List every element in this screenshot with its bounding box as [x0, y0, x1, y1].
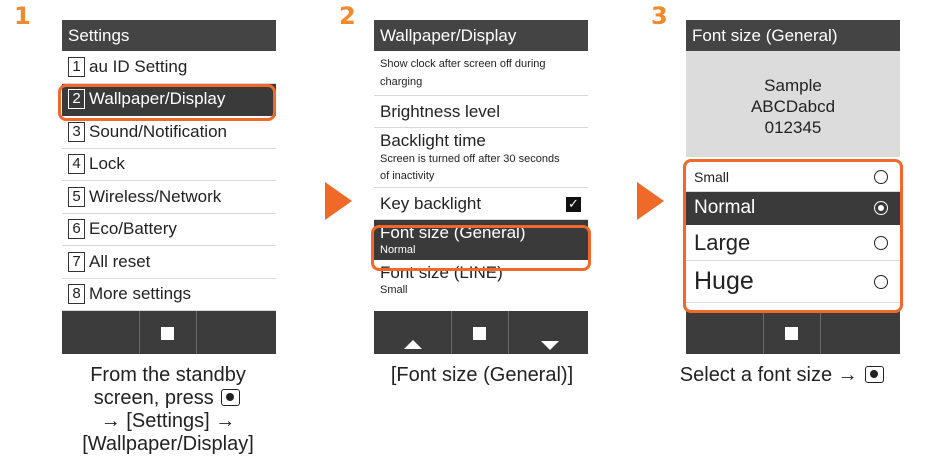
step-number-3: 3	[651, 2, 668, 30]
list-item-label: Font size (General)	[380, 223, 526, 242]
phone-screen-font-size: Font size (General) Sample ABCDabcd 0123…	[686, 20, 900, 354]
menu-item-label: Sound/Notification	[89, 121, 227, 141]
font-sample-preview: Sample ABCDabcd 012345	[686, 51, 900, 157]
triangle-up-icon	[404, 340, 422, 349]
menu-number: 1	[68, 56, 85, 77]
list-item-font-size-general[interactable]: Font size (General) Normal	[374, 220, 588, 260]
list-item-value: Normal	[380, 244, 416, 256]
caption-text: Select a font size →	[679, 364, 858, 386]
list-item-font-size-line[interactable]: Font size (LINE) Small	[374, 260, 588, 300]
option-label: Huge	[694, 267, 754, 295]
radio-button-icon[interactable]	[874, 169, 888, 184]
menu-number: 6	[68, 219, 85, 240]
softkey-left[interactable]	[62, 311, 140, 354]
caption-text: [Font size (General)]	[390, 364, 574, 386]
font-size-options: Small Normal Large Huge	[686, 162, 900, 303]
display-settings-list: Show clock after screen off during charg…	[374, 51, 588, 300]
caption-text: screen, press	[93, 387, 214, 409]
phone-screen-settings: Settings 1 au ID Setting 2 Wallpaper/Dis…	[62, 20, 276, 354]
option-label: Normal	[694, 197, 756, 218]
menu-item-label: All reset	[89, 251, 151, 271]
softkey-left[interactable]	[686, 311, 764, 354]
step-number-2: 2	[339, 2, 356, 30]
menu-number: 5	[68, 186, 85, 207]
triangle-down-icon	[541, 341, 559, 350]
screen-title: Wallpaper/Display	[374, 20, 588, 51]
radio-button-icon[interactable]	[874, 201, 888, 215]
caption-text: From the standby	[90, 364, 246, 386]
list-item-brightness-level[interactable]: Brightness level	[374, 96, 588, 128]
list-item-label: Font size (LINE)	[380, 263, 503, 282]
square-icon	[473, 327, 486, 340]
list-item-value: Small	[380, 284, 408, 296]
menu-item-more-settings[interactable]: 8 More settings	[62, 279, 276, 311]
menu-number: 4	[68, 154, 85, 175]
caption-text: [Wallpaper/Display]	[82, 433, 254, 455]
caption-step-1: From the standby screen, press → [Settin…	[42, 364, 294, 456]
radio-button-icon[interactable]	[874, 235, 888, 250]
option-large[interactable]: Large	[686, 225, 900, 261]
menu-item-label: More settings	[89, 284, 192, 304]
menu-item-sound-notification[interactable]: 3 Sound/Notification	[62, 116, 276, 149]
sample-text: ABCDabcd	[750, 97, 836, 116]
option-normal[interactable]: Normal	[686, 192, 900, 225]
caption-text: → [Settings] →	[100, 410, 236, 432]
menu-item-label: au ID Setting	[89, 56, 188, 76]
caption-step-3: Select a font size →	[640, 364, 926, 387]
menu-item-label: Lock	[89, 154, 125, 174]
phone-screen-wallpaper-display: Wallpaper/Display Show clock after scree…	[374, 20, 588, 354]
option-label: Large	[694, 229, 751, 255]
list-item-show-clock[interactable]: Show clock after screen off during charg…	[374, 51, 588, 96]
menu-item-label: Eco/Battery	[89, 219, 177, 239]
caption-step-2: [Font size (General)]	[360, 364, 604, 387]
menu-number: 7	[68, 251, 85, 272]
sample-text: Sample	[764, 76, 822, 95]
menu-item-wallpaper-display[interactable]: 2 Wallpaper/Display	[62, 83, 276, 116]
list-item-label: Brightness level	[380, 102, 501, 121]
menu-item-wireless-network[interactable]: 5 Wireless/Network	[62, 181, 276, 214]
menu-item-eco-battery[interactable]: 6 Eco/Battery	[62, 214, 276, 246]
list-item-key-backlight[interactable]: Key backlight ✓	[374, 188, 588, 220]
square-icon	[161, 327, 174, 340]
option-label: Small	[694, 168, 730, 185]
list-item-description: Screen is turned off after 30 seconds	[380, 153, 560, 165]
screen-title: Settings	[62, 20, 276, 51]
menu-item-all-reset[interactable]: 7 All reset	[62, 246, 276, 279]
softkey-bar	[686, 311, 900, 354]
list-item-description: of inactivity	[380, 170, 435, 182]
menu-number: 3	[68, 121, 85, 142]
option-small[interactable]: Small	[686, 162, 900, 192]
menu-number: 2	[68, 89, 85, 110]
list-item-label: Key backlight	[380, 194, 482, 213]
next-step-arrow-icon	[325, 182, 352, 220]
softkey-bar	[62, 311, 276, 354]
square-icon	[785, 327, 798, 340]
menu-item-lock[interactable]: 4 Lock	[62, 149, 276, 181]
next-step-arrow-icon	[637, 182, 664, 220]
menu-item-label: Wallpaper/Display	[89, 89, 226, 109]
option-huge[interactable]: Huge	[686, 261, 900, 303]
menu-item-au-id-setting[interactable]: 1 au ID Setting	[62, 51, 276, 84]
camera-key-icon	[221, 389, 241, 406]
settings-menu: 1 au ID Setting 2 Wallpaper/Display 3 So…	[62, 51, 276, 311]
softkey-bar	[374, 311, 588, 354]
list-item-label: Show clock after screen off during	[380, 58, 546, 70]
menu-item-label: Wireless/Network	[89, 186, 222, 206]
checkmark-icon[interactable]: ✓	[566, 197, 581, 212]
radio-button-icon[interactable]	[874, 274, 888, 289]
screen-title: Font size (General)	[686, 20, 900, 51]
list-item-backlight-time[interactable]: Backlight time Screen is turned off afte…	[374, 128, 588, 188]
step-number-1: 1	[14, 2, 31, 30]
camera-key-icon	[865, 366, 885, 383]
sample-text: 012345	[764, 118, 822, 137]
list-item-label: Backlight time	[380, 131, 486, 150]
list-item-label: charging	[380, 76, 423, 88]
menu-number: 8	[68, 284, 85, 305]
